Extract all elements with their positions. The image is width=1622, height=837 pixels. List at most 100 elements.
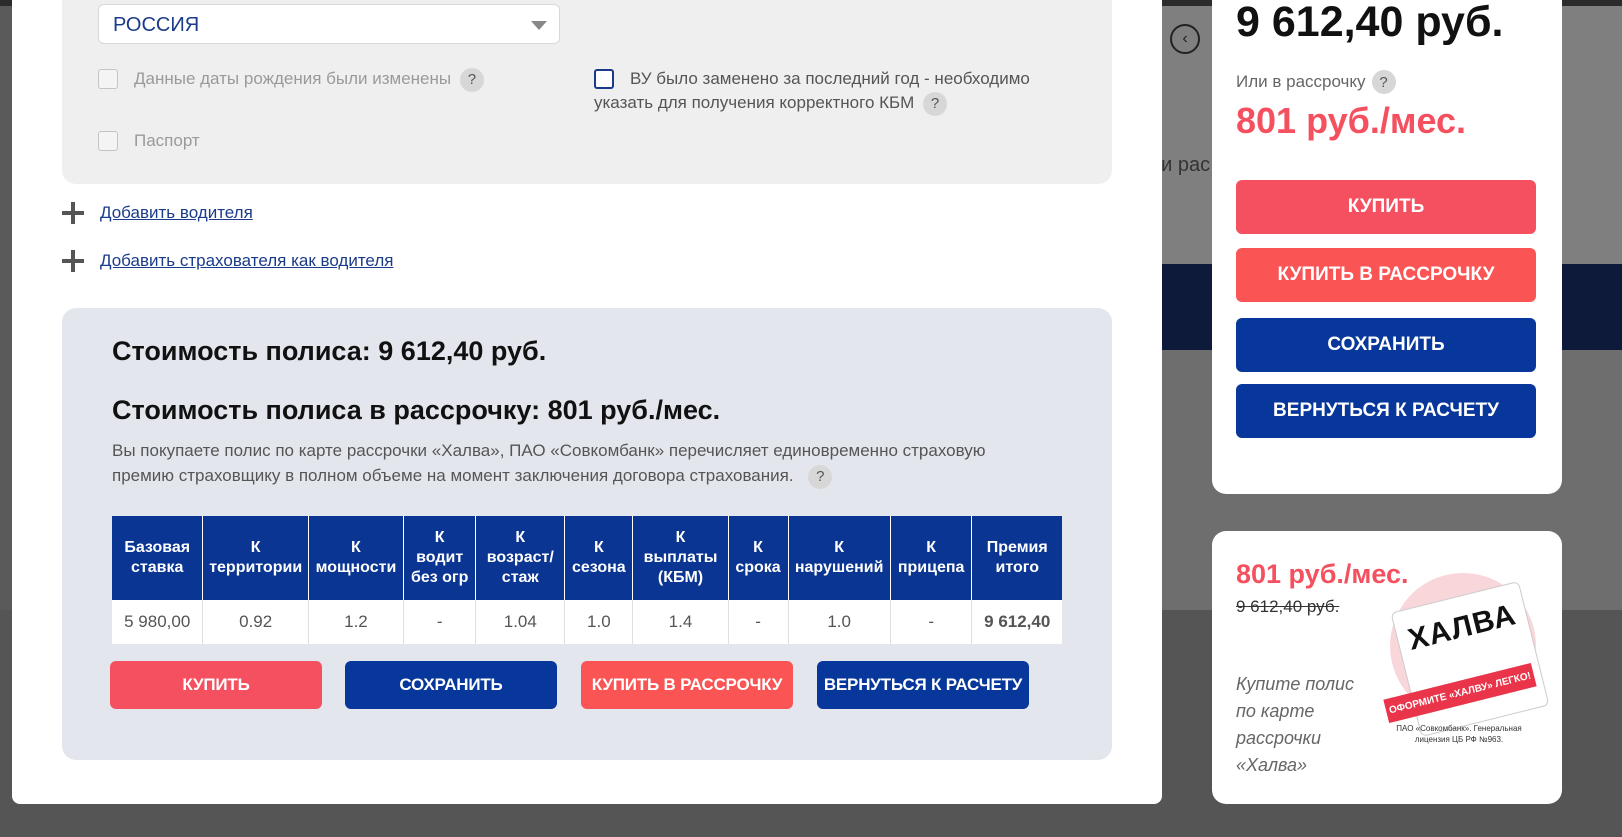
table-header-text: итого [995,559,1039,576]
plus-icon [62,202,84,224]
table-header-text: К [434,529,445,546]
table-header-cell: Кприцепа [890,516,973,600]
help-icon[interactable]: ? [923,91,948,116]
passport-checkbox[interactable] [98,131,118,151]
add-insurer-as-driver-link[interactable]: Добавить страхователя как водителя [100,251,393,271]
help-icon[interactable]: ? [808,464,833,489]
halva-card-image: ХАЛВА ОФОРМИТЕ «ХАЛВУ» ЛЕГКО! ПАО «Совко… [1380,573,1550,755]
table-header-text: без огр [410,569,469,586]
help-icon[interactable]: ? [1371,70,1396,94]
passport-label: Паспорт [134,131,200,150]
summary-buy-button[interactable]: КУПИТЬ [1236,180,1536,234]
table-header-text: Премия [986,539,1048,556]
summary-save-button[interactable]: СОХРАНИТЬ [1236,318,1536,372]
halva-logo: ХАЛВА [1404,598,1520,657]
add-driver-link-row[interactable]: Добавить водителя [62,202,253,224]
policy-modal: РОССИЯ Данные даты рождения были изменен… [12,0,1162,804]
license-replaced-text-line2: указать для получения корректного КБМ [594,93,915,112]
table-header-text: К [753,539,763,556]
birthdate-changed-label: Данные даты рождения были изменены ? [134,66,484,92]
table-cell: - [890,600,973,644]
table-header-text: территории [209,559,303,576]
table-header-text: К [834,539,845,556]
license-replaced-label-line2: указать для получения корректного КБМ ? [594,90,948,116]
table-header-cell: Ктерритории [202,516,309,600]
table-cell: 0.92 [202,600,309,644]
table-cell: - [728,600,789,644]
table-header-text: (КБМ) [657,569,704,586]
table-cell: 1.0 [564,600,634,644]
table-cell: - [403,600,477,644]
license-replaced-label: ВУ было заменено за последний год - необ… [630,66,1030,91]
coefficients-header-row: Базовая ставка Ктерритории Кмощности Кводит б… [112,516,1062,600]
table-header-cell: Кводит без огр [403,516,477,600]
table-header-cell: Кнарушений [788,516,891,600]
summary-back-button[interactable]: ВЕРНУТЬСЯ К РАСЧЕТУ [1236,384,1536,438]
table-header-text: К [675,529,686,546]
table-header-cell: Базовая ставка [112,516,204,600]
add-insurer-link-row[interactable]: Добавить страхователя как водителя [62,250,393,272]
country-select-value: РОССИЯ [113,14,200,36]
buy-installment-button[interactable]: КУПИТЬ В РАССРОЧКУ [581,661,793,709]
table-cell: 5 980,00 [112,600,204,644]
table-header-cell: Кмощности [308,516,404,600]
back-to-calculation-button[interactable]: ВЕРНУТЬСЯ К РАСЧЕТУ [817,661,1029,709]
promo-text: Купите полис по карте рассрочки «Халва» [1236,674,1355,775]
table-header-text: водит [416,549,464,566]
table-cell: 1.0 [788,600,891,644]
table-header-text: нарушений [794,559,884,576]
policy-cost-panel: Стоимость полиса: 9 612,40 руб. Стоимост… [62,308,1112,760]
table-header-text: К [593,539,604,556]
save-button[interactable]: СОХРАНИТЬ [345,661,557,709]
halva-promo-card[interactable]: 801 руб./мес. 9 612,40 руб. Купите полис… [1212,531,1562,804]
installment-note-line1: Вы покупаете полис по карте рассрочки «Х… [112,441,986,460]
table-header-text: срока [735,559,781,576]
buy-button[interactable]: КУПИТЬ [110,661,322,709]
add-driver-link[interactable]: Добавить водителя [100,203,253,223]
table-header-text: выплаты [643,549,718,566]
table-header-cell: Квыплаты (КБМ) [632,516,729,600]
table-cell: 1.04 [475,600,566,644]
country-select[interactable]: РОССИЯ [98,4,560,44]
table-header-text: возраст/ [486,549,554,566]
table-header-cell: Ксезона [564,516,634,600]
help-icon[interactable]: ? [459,67,484,92]
table-header-cell: Премия итого [971,516,1062,600]
birthdate-changed-option[interactable]: Данные даты рождения были изменены ? [98,66,484,92]
table-header-cell: Ксрока [728,516,789,600]
price-summary-card: 9 612,40 руб. Или в рассрочку ? 801 руб.… [1212,0,1562,494]
table-header-text: К [250,539,261,556]
installment-option-label: Или в рассрочку ? [1236,70,1396,94]
table-cell: 1.2 [308,600,404,644]
table-header-text: стаж [501,569,539,586]
table-header-text: прицепа [897,559,965,576]
chevron-down-icon [531,21,547,30]
license-replaced-checkbox[interactable] [594,69,614,89]
table-header-text: мощности [315,559,397,576]
table-cell: 9 612,40 [971,600,1062,644]
table-row: 5 980,00 0.92 1.2-1.04 1.0 1.4-1.0-9 612,40 [112,600,1062,644]
driver-form-panel: РОССИЯ Данные даты рождения были изменен… [62,0,1112,184]
table-header-text: К [926,539,937,556]
license-replaced-option[interactable]: ВУ было заменено за последний год - необ… [594,66,1030,91]
license-replaced-text-line1: ВУ было заменено за последний год - необ… [630,69,1030,88]
plus-icon [62,250,84,272]
table-header-text: сезона [572,559,626,576]
summary-price: 9 612,40 руб. [1236,0,1504,46]
installment-note: Вы покупаете полис по карте рассрочки «Х… [112,438,1012,489]
table-header-text: ставка [131,559,184,576]
halva-legal-text: ПАО «Совкомбанк». Генеральная лицензия Ц… [1396,724,1522,744]
installment-option-text: Или в рассрочку [1236,72,1366,91]
summary-monthly-price: 801 руб./мес. [1236,100,1467,141]
policy-installment-cost: Стоимость полиса в рассрочку: 801 руб./м… [112,395,721,425]
birthdate-changed-text: Данные даты рождения были изменены [134,69,452,88]
birthdate-changed-checkbox[interactable] [98,69,118,89]
summary-buy-installment-button[interactable]: КУПИТЬ В РАССРОЧКУ [1236,248,1536,302]
installment-note-line2: премию страховщику в полном объеме на мо… [112,466,794,485]
license-replaced-line2: указать для получения корректного КБМ ? [594,90,948,116]
back-arrow-icon: ‹ [1170,24,1200,54]
promo-old-price: 9 612,40 руб. [1236,597,1340,616]
passport-option[interactable]: Паспорт [98,128,200,153]
table-header-text: К [351,539,361,556]
table-header-text: Базовая [124,539,191,556]
